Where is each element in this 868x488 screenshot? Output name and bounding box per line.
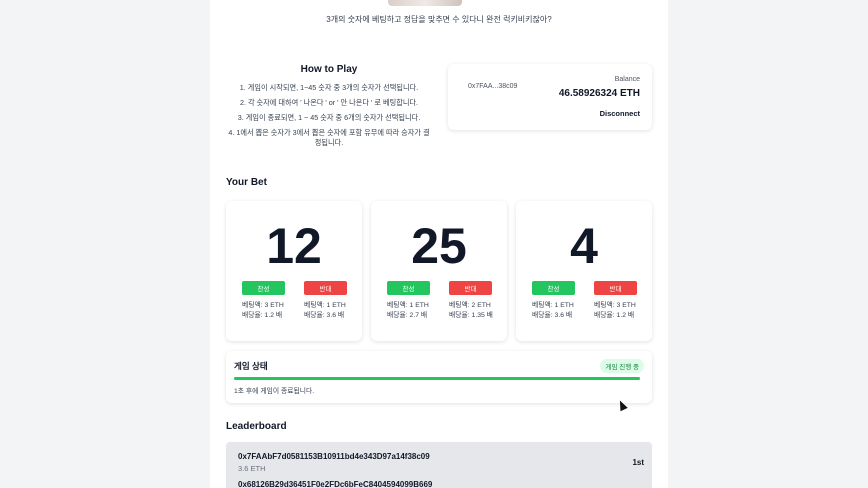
no-bet-info: 베팅액: 1 ETH 배당율: 3.6 배 [304, 301, 346, 321]
bet-card: 4 찬성 반대 베팅액: 1 ETH 배당율: 3.6 배 베팅액: 3 ETH… [516, 201, 652, 341]
how-to-play-step: 3. 게임이 종료되면, 1 ~ 45 숫자 중 6개의 숫자가 선택됩니다. [237, 113, 421, 122]
main-panel: 3개의 숫자에 베팅하고 정답을 맞추면 수 있다니 완전 럭키비키잖아? Ho… [210, 0, 668, 488]
list-item: 0x68126B29d36451F0e2FDc6bFeC8404594099B6… [238, 480, 432, 488]
leaderboard-title: Leaderboard [226, 421, 287, 432]
yes-odds: 배당율: 2.7 배 [387, 312, 428, 319]
no-amount: 베팅액: 1 ETH [304, 302, 346, 309]
game-status-card: 게임 상태 게임 진행 중 1초 후에 게임이 종료됩니다. [226, 351, 652, 403]
status-note: 1초 후에 게임이 종료됩니다. [234, 388, 315, 395]
no-bet-info: 베팅액: 3 ETH 배당율: 1.2 배 [594, 301, 636, 321]
progress-bar [234, 377, 640, 380]
how-to-play-title: How to Play [300, 64, 358, 75]
bet-number: 25 [411, 218, 467, 274]
no-odds: 배당율: 1.35 배 [449, 312, 493, 319]
yes-odds: 배당율: 3.6 배 [532, 312, 573, 319]
bet-card: 25 찬성 반대 베팅액: 1 ETH 배당율: 2.7 배 베팅액: 2 ET… [371, 201, 507, 341]
balance-label: Balance [614, 76, 640, 83]
status-badge: 게임 진행 중 [600, 359, 644, 373]
yes-bet-info: 베팅액: 1 ETH 배당율: 2.7 배 [387, 301, 429, 321]
leaderboard-list: 0x7FAAbF7d0581153B10911bd4e343D97a14f38c… [226, 442, 652, 488]
tagline: 3개의 숫자에 베팅하고 정답을 맞추면 수 있다니 완전 럭키비키잖아? [326, 15, 552, 24]
no-button[interactable]: 반대 [449, 281, 492, 295]
how-to-play-step: 1. 게임이 시작되면, 1~45 숫자 중 3개의 숫자가 선택됩니다. [239, 83, 419, 92]
balance-value: 46.58926324 ETH [558, 88, 640, 99]
yes-button[interactable]: 찬성 [387, 281, 430, 295]
yes-amount: 베팅액: 1 ETH [532, 302, 574, 309]
no-button[interactable]: 반대 [304, 281, 347, 295]
bet-card: 12 찬성 반대 베팅액: 3 ETH 배당율: 1.2 배 베팅액: 1 ET… [226, 201, 362, 341]
list-item: 0x7FAAbF7d0581153B10911bd4e343D97a14f38c… [238, 452, 430, 473]
leader-address: 0x68126B29d36451F0e2FDc6bFeC8404594099B6… [238, 480, 433, 488]
wallet-address: 0x7FAA...38c09 [468, 83, 518, 90]
yes-bet-info: 베팅액: 1 ETH 배당율: 3.6 배 [532, 301, 574, 321]
no-bet-info: 베팅액: 2 ETH 배당율: 1.35 배 [449, 301, 493, 321]
no-amount: 베팅액: 2 ETH [449, 302, 491, 309]
no-odds: 배당율: 1.2 배 [594, 312, 635, 319]
bet-number: 4 [570, 218, 598, 274]
leader-address: 0x7FAAbF7d0581153B10911bd4e343D97a14f38c… [238, 452, 430, 461]
leader-rank: 1st [632, 458, 644, 467]
yes-button[interactable]: 찬성 [242, 281, 285, 295]
no-amount: 베팅액: 3 ETH [594, 302, 636, 309]
no-button[interactable]: 반대 [594, 281, 637, 295]
wallet-card: 0x7FAA...38c09 Balance 46.58926324 ETH D… [448, 64, 652, 130]
yes-amount: 베팅액: 1 ETH [387, 302, 429, 309]
no-odds: 배당율: 3.6 배 [304, 312, 345, 319]
leader-amount: 3.6 ETH [238, 464, 266, 473]
yes-odds: 배당율: 1.2 배 [242, 312, 283, 319]
yes-button[interactable]: 찬성 [532, 281, 575, 295]
yes-amount: 베팅액: 3 ETH [242, 302, 284, 309]
yes-bet-info: 베팅액: 3 ETH 배당율: 1.2 배 [242, 301, 284, 321]
disconnect-button[interactable]: Disconnect [600, 109, 640, 118]
how-to-play-step: 2. 각 숫자에 대하여 ' 나온다 ' or ' 안 나온다 ' 로 베팅합니… [239, 98, 419, 107]
game-status-title: 게임 상태 [234, 361, 268, 371]
hero-image [388, 0, 462, 6]
your-bet-title: Your Bet [226, 177, 267, 188]
how-to-play: How to Play 1. 게임이 시작되면, 1~45 숫자 중 3개의 숫… [226, 64, 432, 153]
bet-number: 12 [266, 218, 322, 274]
how-to-play-step: 4. 1에서 뽑은 숫자가 3에서 뽑은 숫자에 포함 유무에 따라 승자가 결… [228, 128, 430, 147]
